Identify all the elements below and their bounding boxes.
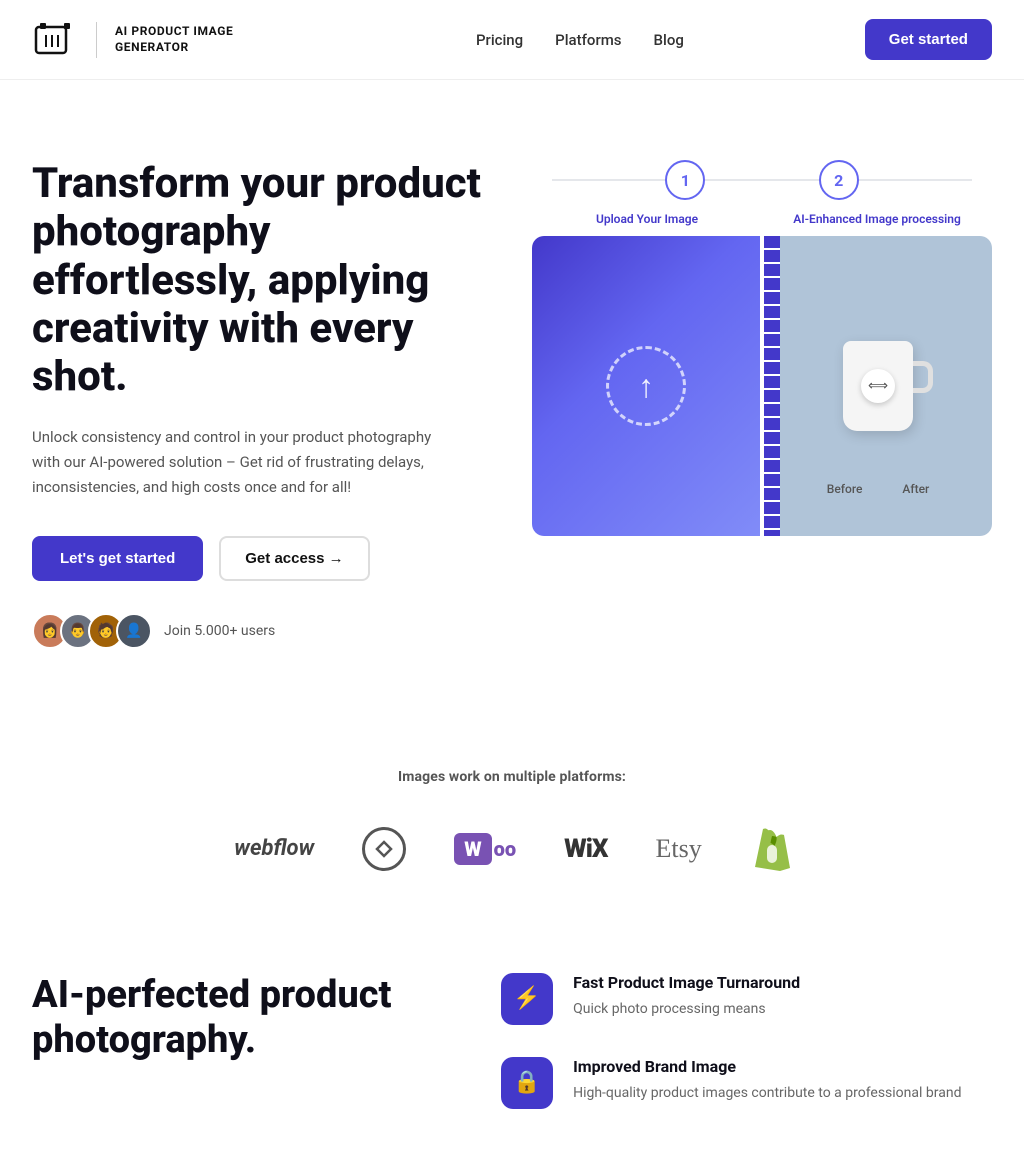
nav-cta-button[interactable]: Get started	[865, 19, 992, 60]
nav-blog[interactable]: Blog	[654, 31, 684, 49]
navbar: AI PRODUCT IMAGE GENERATOR Pricing Platf…	[0, 0, 1024, 80]
before-after-labels: Before After	[827, 482, 929, 496]
step-1-label: Upload Your Image	[532, 212, 762, 226]
features-section: AI-perfected product photography. ⚡ Fast…	[0, 913, 1024, 1149]
steps-bar: 1 2	[532, 160, 992, 200]
brand-name: AI PRODUCT IMAGE GENERATOR	[115, 24, 295, 55]
feature-item-2: 🔒 Improved Brand Image High-quality prod…	[501, 1057, 992, 1109]
hero-buttons: Let's get started Get access →	[32, 536, 492, 581]
mug-handle	[913, 361, 933, 393]
nav-platforms[interactable]: Platforms	[555, 31, 621, 49]
upload-panel: ↑	[532, 236, 760, 536]
hero-primary-button[interactable]: Let's get started	[32, 536, 203, 581]
feature-desc-2: High-quality product images contribute t…	[573, 1082, 961, 1104]
hero-social-proof: 👩 👨 🧑 👤 Join 5.000+ users	[32, 613, 492, 649]
avatar-group: 👩 👨 🧑 👤	[32, 613, 152, 649]
step-2-label: AI-Enhanced Image processing	[762, 212, 992, 226]
platform-etsy: Etsy	[655, 834, 701, 864]
platforms-section: Images work on multiple platforms: webfl…	[0, 709, 1024, 913]
platform-webflow: webflow	[234, 836, 314, 861]
feature-content-2: Improved Brand Image High-quality produc…	[573, 1057, 961, 1104]
slider-icon[interactable]: ⟺	[861, 369, 895, 403]
upload-arrow-icon: ↑	[638, 367, 654, 405]
lock-icon: 🔒	[513, 1070, 540, 1095]
hero-right: 1 2 Upload Your Image AI-Enhanced Image …	[532, 160, 992, 536]
step-2-circle: 2	[819, 160, 859, 200]
feature-title-2: Improved Brand Image	[573, 1057, 961, 1076]
logo-divider	[96, 22, 97, 58]
platforms-logos: webflow W oo WiX Etsy	[32, 825, 992, 873]
after-label: After	[902, 482, 929, 496]
hero-subtitle: Unlock consistency and control in your p…	[32, 425, 452, 499]
hero-left: Transform your product photography effor…	[32, 160, 492, 649]
feature-icon-turnaround: ⚡	[501, 973, 553, 1025]
lightning-icon: ⚡	[513, 986, 540, 1011]
hero-section: Transform your product photography effor…	[0, 80, 1024, 709]
features-right: ⚡ Fast Product Image Turnaround Quick ph…	[501, 973, 992, 1109]
platform-wix: WiX	[564, 834, 607, 864]
nav-links: Pricing Platforms Blog	[476, 30, 684, 49]
step-line-middle	[705, 179, 818, 181]
social-proof-text: Join 5.000+ users	[164, 623, 275, 639]
platform-woocommerce: W oo	[454, 833, 516, 865]
steps-labels: Upload Your Image AI-Enhanced Image proc…	[532, 212, 992, 226]
upload-circle: ↑	[606, 346, 686, 426]
logo-icon	[32, 17, 78, 63]
squarespace-icon	[362, 827, 406, 871]
features-left: AI-perfected product photography.	[32, 973, 441, 1064]
hero-secondary-button[interactable]: Get access →	[219, 536, 369, 581]
step-line-left	[552, 179, 665, 181]
platform-squarespace	[362, 827, 406, 871]
feature-title-1: Fast Product Image Turnaround	[573, 973, 800, 992]
feature-icon-brand: 🔒	[501, 1057, 553, 1109]
feature-content-1: Fast Product Image Turnaround Quick phot…	[573, 973, 800, 1020]
feature-desc-1: Quick photo processing means	[573, 998, 800, 1020]
hero-title: Transform your product photography effor…	[32, 160, 492, 401]
features-big-title: AI-perfected product photography.	[32, 973, 441, 1064]
nav-pricing[interactable]: Pricing	[476, 31, 523, 49]
woo-label: W	[454, 833, 491, 865]
step-1-circle: 1	[665, 160, 705, 200]
before-label: Before	[827, 482, 863, 496]
step-line-right	[859, 179, 972, 181]
nav-brand: AI PRODUCT IMAGE GENERATOR	[32, 17, 295, 63]
avatar: 👤	[116, 613, 152, 649]
feature-item-1: ⚡ Fast Product Image Turnaround Quick ph…	[501, 973, 992, 1025]
hero-demo-images: ↑ ⟺ Before After	[532, 236, 992, 536]
platform-shopify	[750, 825, 790, 873]
result-panel: ⟺ Before After	[764, 236, 992, 536]
platforms-label: Images work on multiple platforms:	[32, 769, 992, 785]
